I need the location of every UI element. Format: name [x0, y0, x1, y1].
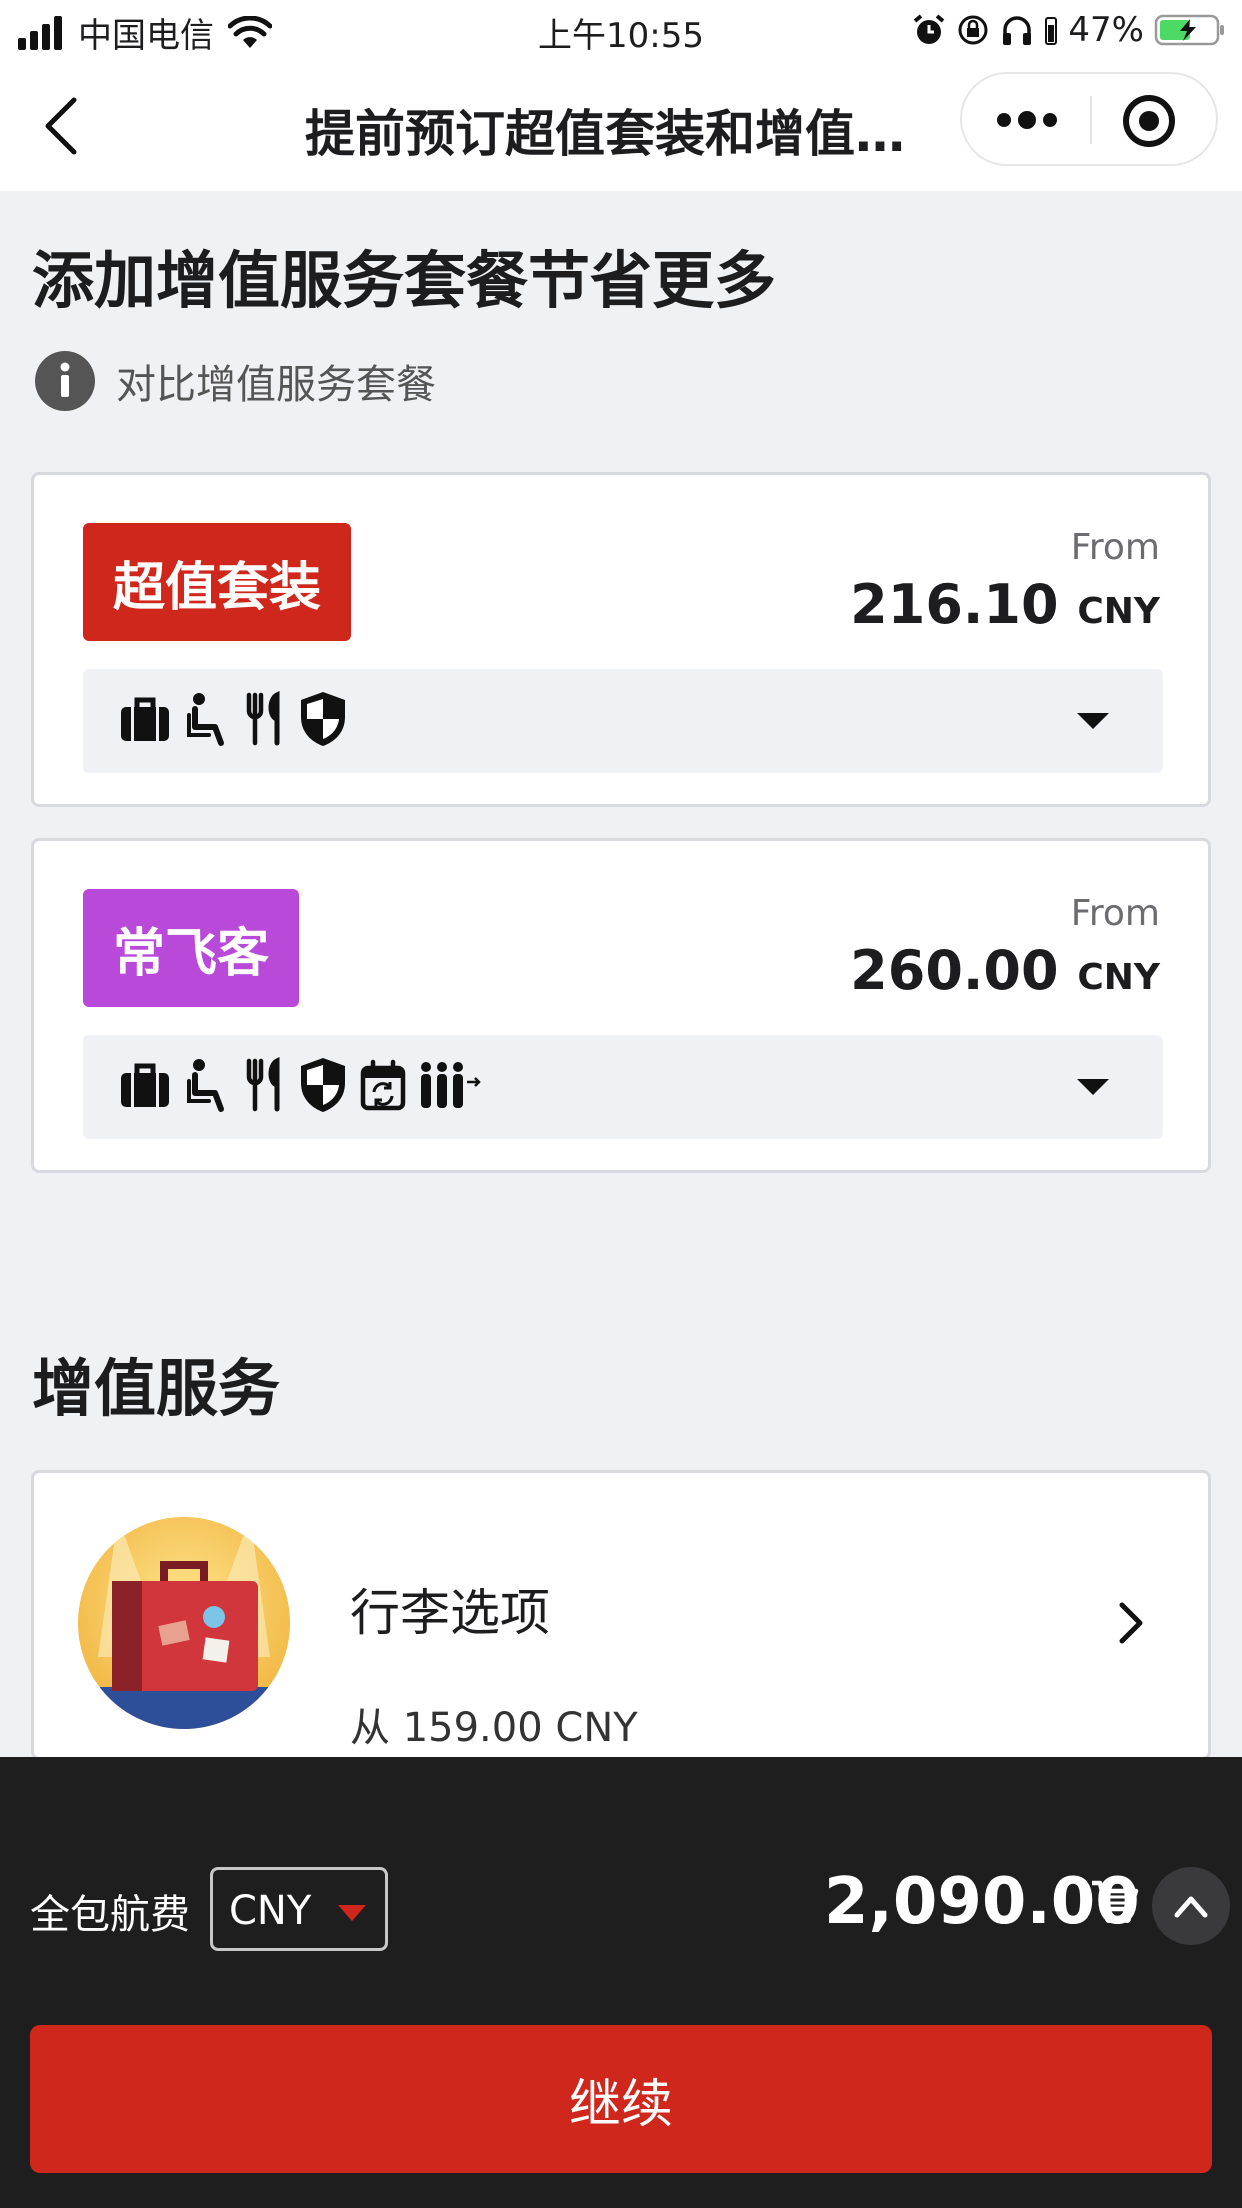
device-battery-icon — [1045, 17, 1058, 45]
seat-icon — [187, 693, 224, 746]
chevron-up-icon — [1174, 1896, 1208, 1918]
price-currency: CNY — [1077, 957, 1160, 998]
alarm-icon — [914, 14, 945, 44]
compare-bundles-label: 对比增值服务套餐 — [116, 362, 436, 408]
dropdown-caret-icon — [338, 1905, 366, 1921]
meal-icon — [246, 691, 280, 746]
price-currency: CNY — [1077, 591, 1160, 632]
baggage-icon — [121, 697, 169, 741]
status-bar: 中国电信 上午10:55 47% — [0, 0, 1242, 60]
bundle-feature-icons — [117, 1055, 483, 1115]
info-icon — [35, 351, 95, 411]
continue-button[interactable]: 继续 — [30, 2025, 1212, 2173]
page-title: 提前预订超值套装和增值… — [305, 105, 905, 163]
headphones-icon — [1003, 16, 1032, 45]
baggage-options-card[interactable]: 行李选项 从 159.00 CNY — [31, 1470, 1211, 1760]
bundle-price: 260.00 CNY — [850, 939, 1160, 1002]
baggage-icon — [121, 1063, 169, 1107]
battery-percent: 47% — [1068, 10, 1144, 50]
bundle-badge: 常飞客 — [83, 889, 300, 1007]
more-dots-icon — [997, 111, 1057, 129]
bundle-features-toggle[interactable] — [83, 1035, 1163, 1139]
target-icon — [1123, 95, 1175, 147]
bundle-card-frequent-flyer[interactable]: 常飞客 From 260.00 CNY — [31, 838, 1211, 1173]
fare-label: 全包航费 — [30, 1892, 190, 1938]
bundle-price: 216.10 CNY — [850, 573, 1160, 636]
baggage-illustration — [78, 1517, 290, 1729]
chevron-right-icon — [1119, 1602, 1143, 1644]
flexible-date-icon — [360, 1059, 406, 1111]
meal-icon — [246, 1057, 280, 1112]
cart-icon[interactable] — [1090, 1877, 1140, 1927]
insurance-shield-icon — [301, 692, 345, 746]
compare-bundles-link[interactable]: 对比增值服务套餐 — [34, 350, 436, 412]
price-amount: 216.10 — [850, 573, 1059, 636]
bundle-feature-icons — [117, 689, 349, 749]
expand-summary-button[interactable] — [1152, 1867, 1230, 1945]
bundle-card-value[interactable]: 超值套装 From 216.10 CNY — [31, 472, 1211, 807]
priority-queue-icon — [421, 1062, 481, 1108]
ancillaries-section-title: 增值服务 — [32, 1352, 281, 1425]
currency-value: CNY — [229, 1888, 312, 1934]
seat-icon — [187, 1059, 224, 1112]
back-button[interactable] — [38, 96, 88, 156]
from-label: From — [1070, 893, 1160, 934]
battery-icon — [1154, 14, 1224, 46]
chevron-down-icon — [1077, 1079, 1109, 1095]
bundle-features-toggle[interactable] — [83, 669, 1163, 773]
close-miniprogram-button[interactable] — [1120, 92, 1178, 150]
service-price: 从 159.00 CNY — [350, 1705, 638, 1751]
more-button[interactable] — [992, 96, 1062, 144]
checkout-bar: 全包航费 CNY 2,090.00 继续 — [0, 1757, 1242, 2208]
chevron-down-icon — [1077, 713, 1109, 729]
nav-bar: 提前预订超值套装和增值… — [0, 60, 1242, 191]
from-label: From — [1070, 527, 1160, 568]
back-arrow-icon — [45, 97, 77, 155]
bundle-badge: 超值套装 — [83, 523, 352, 641]
bundles-section-title: 添加增值服务套餐节省更多 — [32, 244, 777, 317]
capsule-divider — [1090, 96, 1092, 144]
service-name: 行李选项 — [350, 1584, 550, 1642]
insurance-shield-icon — [301, 1058, 345, 1112]
rotation-lock-icon — [958, 15, 988, 45]
status-right: 47% — [912, 10, 1226, 50]
miniprogram-capsule — [960, 72, 1218, 166]
price-amount: 260.00 — [850, 939, 1059, 1002]
currency-select[interactable]: CNY — [210, 1867, 388, 1951]
